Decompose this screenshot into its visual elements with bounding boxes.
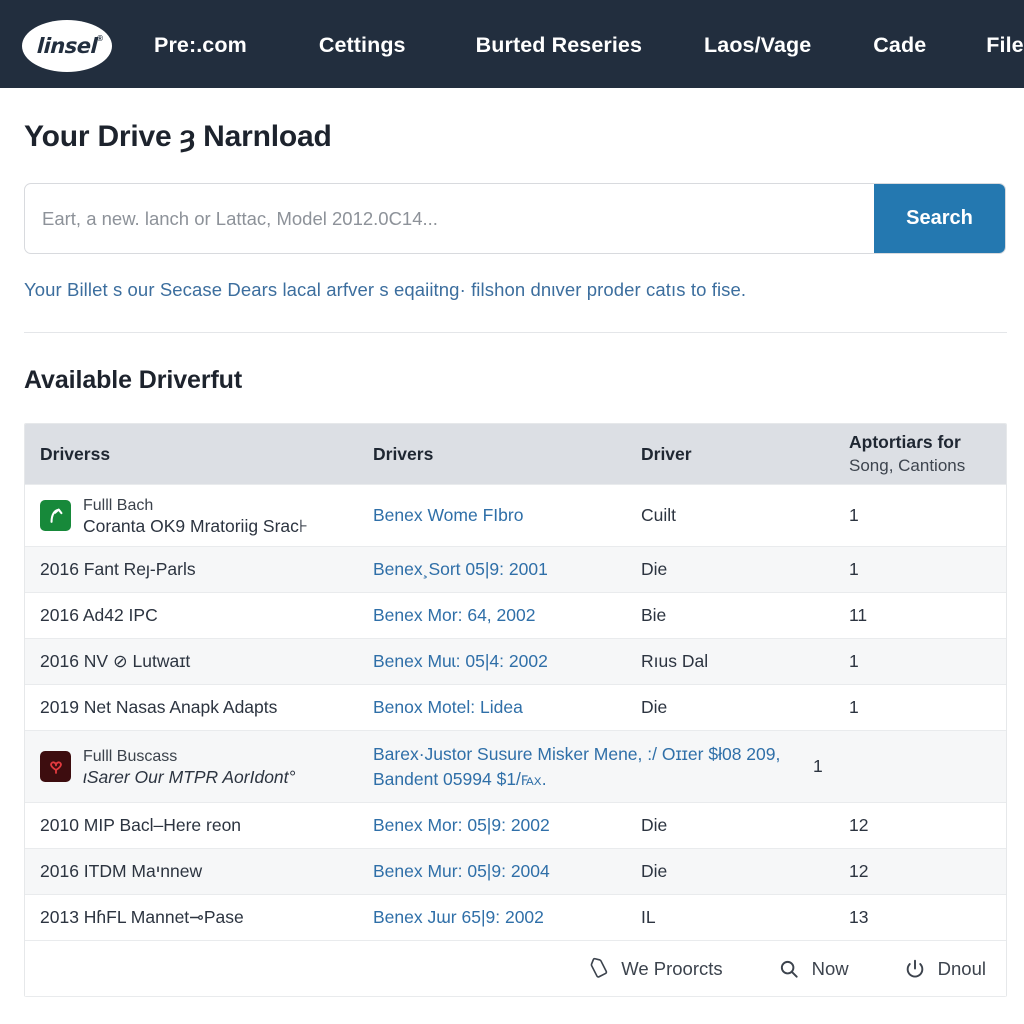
cell-driver-count: 12 bbox=[849, 815, 869, 835]
table-header-row: Driverss Drivers Driver Aptortiaɾs for S… bbox=[25, 424, 1006, 485]
nav-item-laos-vage[interactable]: Laos/Vage bbox=[704, 33, 811, 58]
logo-text: linsel bbox=[36, 33, 98, 58]
nav-item-files[interactable]: Files bbox=[986, 33, 1024, 58]
search-button[interactable]: Search bbox=[874, 184, 1005, 253]
cell-driver-name: 2016 ITDM Maיnnew bbox=[40, 861, 203, 881]
section-divider bbox=[24, 332, 1007, 333]
top-navbar: linsel ® Pre:.com Cettings Burted Reseri… bbox=[0, 0, 1024, 91]
cell-driver-count: 13 bbox=[849, 907, 869, 927]
cell-driver-name: 2013 HɦFL Mannet⊸Pase bbox=[40, 907, 244, 927]
cell-driver-count: 1 bbox=[849, 697, 859, 717]
site-logo[interactable]: linsel ® bbox=[22, 19, 112, 72]
tag-icon bbox=[586, 957, 610, 981]
cell-driver-link[interactable]: Benex Muɩ: 05|4: 2002 bbox=[373, 651, 548, 671]
drivers-table: Driverss Drivers Driver Aptortiaɾs for S… bbox=[24, 423, 1007, 997]
cell-driver-link[interactable]: Benex Mor: 64, 2002 bbox=[373, 605, 535, 625]
table-row[interactable]: Fulll Buscass ιSarer Our MTPR AorIdont° … bbox=[25, 731, 1006, 803]
cell-driver-name: 2016 Ad42 IPC bbox=[40, 605, 158, 625]
table-row[interactable]: Fulll Bach Coranta OK9 Mratoriig Srac⊦ B… bbox=[25, 485, 1006, 547]
red-heart-icon bbox=[40, 751, 71, 782]
driver-name-small: Fulll Buscass bbox=[83, 747, 178, 765]
cell-driver-type: Cuilt bbox=[641, 505, 677, 525]
cell-driver-name: 2019 Net Nasas Anapk Adapts bbox=[40, 697, 278, 717]
footer-action-dnoul[interactable]: Dnoul bbox=[903, 957, 986, 981]
driver-name-stack: Fulll Bach Coranta OK9 Mratoriig Srac⊦ bbox=[83, 495, 308, 537]
cell-driver-count: 1 bbox=[849, 651, 859, 671]
cell-driver-count: 1 bbox=[813, 756, 823, 776]
table-row[interactable]: 2013 HɦFL Mannet⊸Pase Benex Jɯr 65|9: 20… bbox=[25, 895, 1006, 941]
green-arrow-icon bbox=[40, 500, 71, 531]
power-icon bbox=[903, 957, 927, 981]
cell-driver-link[interactable]: Benex Jɯr 65|9: 2002 bbox=[373, 907, 544, 927]
footer-action-label: We Proorcts bbox=[621, 957, 723, 979]
nav-item-cettings[interactable]: Cettings bbox=[319, 33, 406, 58]
cell-driver-type: Bie bbox=[641, 605, 667, 625]
cell-driver-link[interactable]: Benex Mor: 05|9: 2002 bbox=[373, 815, 550, 835]
cell-driver-count: 1 bbox=[849, 505, 859, 525]
cell-driver-link[interactable]: Benex Mur: 05|9: 2004 bbox=[373, 861, 550, 881]
column-header-aptortiars-main: Aptortiaɾs for bbox=[849, 432, 961, 452]
cell-driver-name: 2010 MIP Bacl–Here reon bbox=[40, 815, 242, 835]
page-content: Your Drive ȝ Narnload Search Your Billet… bbox=[0, 120, 1024, 997]
footer-action-label: Now bbox=[811, 957, 849, 979]
cell-driver-type: Die bbox=[641, 697, 668, 717]
cell-driver-link[interactable]: Benex¸Sort 05|9: 2001 bbox=[373, 559, 548, 579]
cell-driver-name: 2016 Fant Reȷ-Parls bbox=[40, 559, 196, 579]
footer-action-now[interactable]: Now bbox=[777, 957, 849, 981]
cell-driver-name: Fulll Bach Coranta OK9 Mratoriig Srac⊦ bbox=[25, 495, 358, 537]
cell-driver-type: Die bbox=[641, 559, 668, 579]
search-icon bbox=[777, 957, 801, 981]
search-helper-text: Your Billet s our Secase Dears lacal arf… bbox=[24, 279, 747, 300]
cell-driver-link[interactable]: Benex Wome FIbro bbox=[373, 505, 523, 525]
nav-item-pre-com[interactable]: Pre:.com bbox=[154, 33, 247, 58]
cell-driver-link[interactable]: Benox Motel: Lidea bbox=[373, 697, 523, 717]
table-row[interactable]: 2019 Net Nasas Anapk Adapts Benox Motel:… bbox=[25, 685, 1006, 731]
column-header-drivers: Drivers bbox=[373, 443, 434, 464]
cell-driver-type: IL bbox=[641, 907, 656, 927]
driver-name-main: Coranta OK9 Mratoriig Srac⊦ bbox=[83, 515, 309, 536]
footer-action-label: Dnoul bbox=[937, 957, 986, 979]
column-header-driverss: Driverss bbox=[40, 443, 111, 464]
cell-driver-count: 11 bbox=[849, 605, 868, 625]
primary-navigation: Pre:.com Cettings Burted Reseries Laos/V… bbox=[154, 33, 1024, 58]
nav-item-burted-reseries[interactable]: Burted Reseries bbox=[476, 33, 642, 58]
table-row[interactable]: 2016 NV ⊘ Lutwaɪt Benex Muɩ: 05|4: 2002 … bbox=[25, 639, 1006, 685]
column-header-aptortiars: Aptortiaɾs for Song, Cantions bbox=[834, 432, 1006, 476]
logo-registered-mark: ® bbox=[97, 33, 103, 43]
cell-driver-type: Rıus Dal bbox=[641, 651, 709, 671]
table-row[interactable]: 2016 ITDM Maיnnew Benex Mur: 05|9: 2004 … bbox=[25, 849, 1006, 895]
cell-driver-link[interactable]: Barex·Justor Susure Misker Mene, :/ Oɪɪe… bbox=[373, 744, 780, 789]
cell-driver-count: 1 bbox=[849, 559, 859, 579]
page-title: Your Drive ȝ Narnload bbox=[24, 120, 332, 153]
footer-action-we-proorcts[interactable]: We Proorcts bbox=[586, 957, 723, 981]
driver-name-stack: Fulll Buscass ιSarer Our MTPR AorIdont° bbox=[83, 746, 296, 788]
cell-driver-count: 12 bbox=[849, 861, 869, 881]
driver-name-main: ιSarer Our MTPR AorIdont° bbox=[83, 766, 296, 787]
table-footer-actions: We Proorcts Now Dnoul bbox=[25, 941, 1006, 997]
cell-driver-name: Fulll Buscass ιSarer Our MTPR AorIdont° bbox=[25, 746, 358, 788]
table-row[interactable]: 2016 Ad42 IPC Benex Mor: 64, 2002 Bie 11 bbox=[25, 593, 1006, 639]
table-row[interactable]: 2016 Fant Reȷ-Parls Benex¸Sort 05|9: 200… bbox=[25, 547, 1006, 593]
nav-item-cade[interactable]: Cade bbox=[873, 33, 926, 58]
section-title: Available Driverfut bbox=[24, 366, 243, 394]
column-header-aptortiars-sub: Song, Cantions bbox=[849, 456, 966, 475]
search-input[interactable] bbox=[25, 184, 874, 253]
cell-driver-type: Die bbox=[641, 861, 668, 881]
driver-name-small: Fulll Bach bbox=[83, 496, 154, 514]
cell-driver-type: Die bbox=[641, 815, 668, 835]
cell-driver-name: 2016 NV ⊘ Lutwaɪt bbox=[40, 651, 191, 671]
column-header-driver: Driver bbox=[641, 443, 692, 464]
search-bar: Search bbox=[24, 183, 1006, 254]
table-row[interactable]: 2010 MIP Bacl–Here reon Benex Mor: 05|9:… bbox=[25, 803, 1006, 849]
